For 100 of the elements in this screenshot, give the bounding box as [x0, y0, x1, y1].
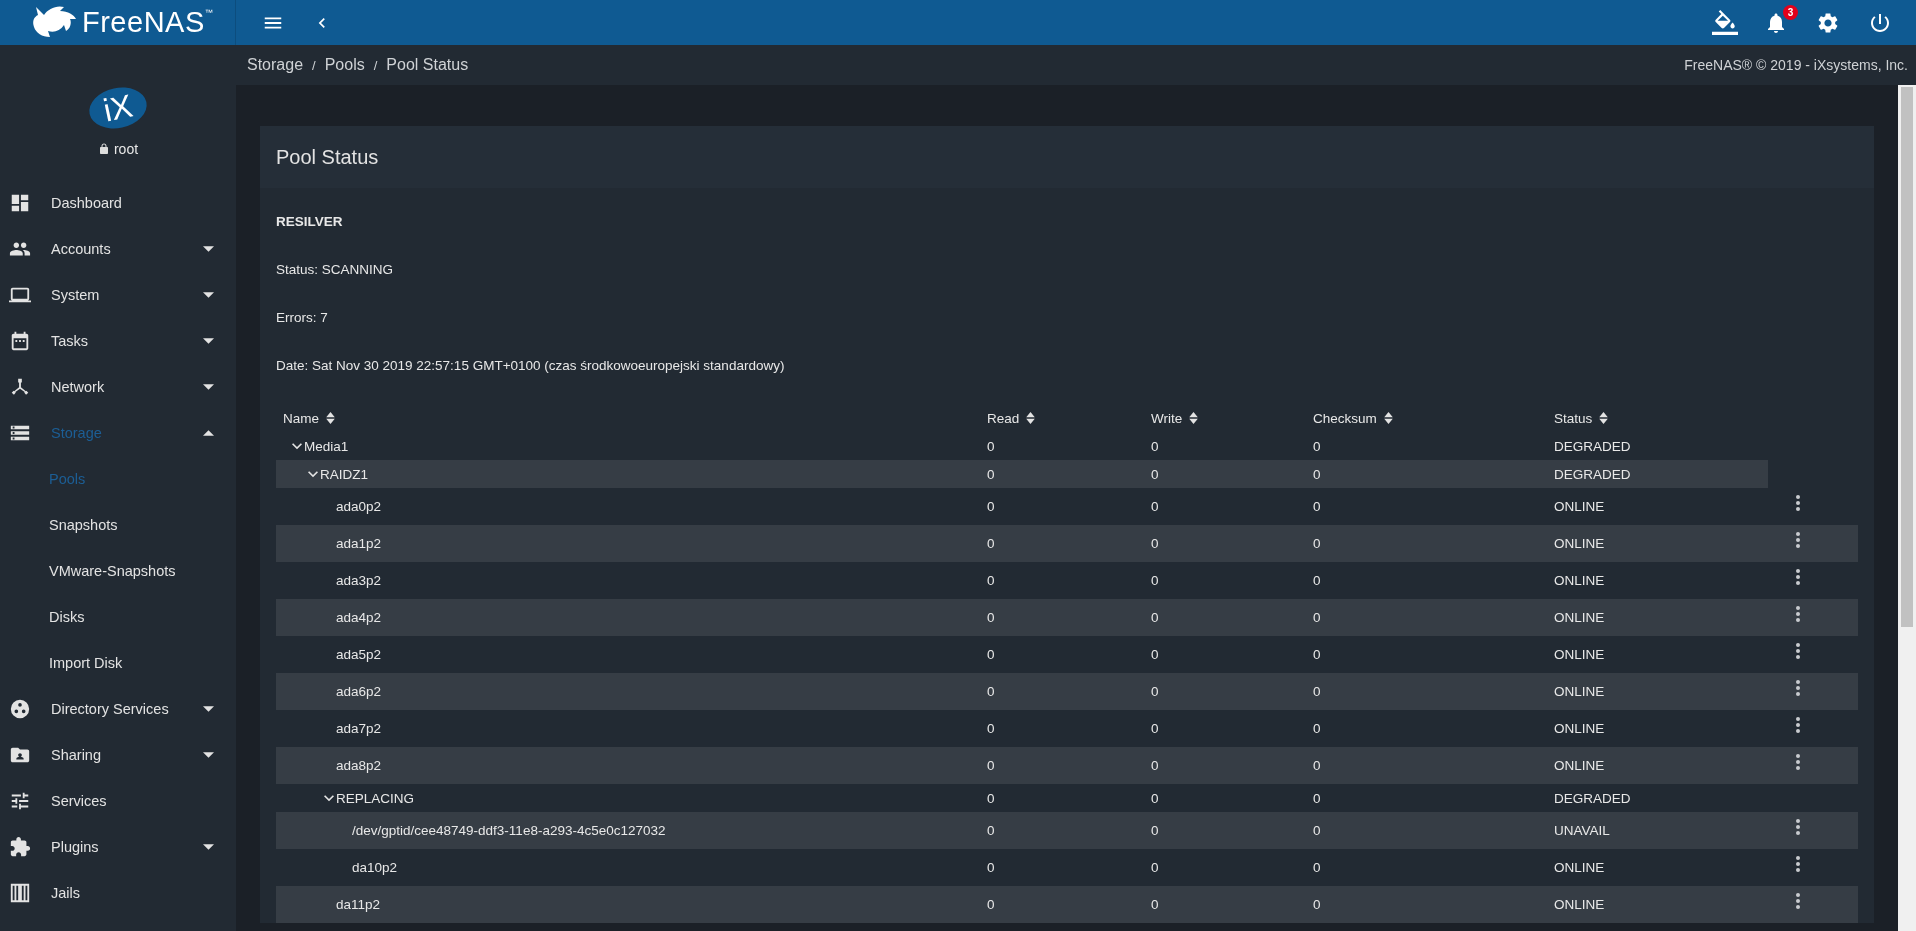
- caret-icon: [203, 706, 214, 712]
- breadcrumb-link[interactable]: Storage: [247, 56, 304, 74]
- checksum-errors: 0: [1313, 721, 1321, 736]
- info-line: Date: Sat Nov 30 2019 22:57:15 GMT+0100 (czas środkowoeuropejski standardowy): [276, 356, 786, 375]
- write-errors: 0: [1151, 721, 1159, 736]
- checksum-errors: 0: [1313, 647, 1321, 662]
- device-status: ONLINE: [1554, 647, 1605, 662]
- more-options-icon[interactable]: [1796, 753, 1800, 770]
- sliders-icon: [9, 790, 31, 812]
- nav-item[interactable]: Jails: [0, 870, 236, 916]
- more-options-icon[interactable]: [1796, 818, 1800, 835]
- read-errors: 0: [987, 536, 995, 551]
- circle-dots-icon: [9, 698, 31, 720]
- device-status: ONLINE: [1554, 499, 1605, 514]
- more-options-icon[interactable]: [1796, 679, 1800, 696]
- nav-subitem[interactable]: Import Disk: [0, 640, 236, 686]
- more-options-icon[interactable]: [1796, 642, 1800, 659]
- settings-icon[interactable]: [1816, 10, 1840, 35]
- column-header[interactable]: Write: [1151, 410, 1183, 426]
- scrollbar-thumb[interactable]: [1901, 87, 1913, 627]
- more-options-icon[interactable]: [1796, 568, 1800, 585]
- sort-icon[interactable]: [326, 412, 335, 424]
- read-errors: 0: [987, 823, 995, 838]
- checksum-errors: 0: [1313, 499, 1321, 514]
- nav-subitem[interactable]: Disks: [0, 594, 236, 640]
- device-status: ONLINE: [1554, 758, 1605, 773]
- caret-icon: [203, 292, 214, 298]
- device-name: ada3p2: [336, 573, 382, 588]
- more-options-icon[interactable]: [1796, 855, 1800, 872]
- nav-subitem[interactable]: VMware-Snapshots: [0, 548, 236, 594]
- read-errors: 0: [987, 499, 995, 514]
- checksum-errors: 0: [1313, 536, 1321, 551]
- device-status: ONLINE: [1554, 536, 1605, 551]
- more-options-icon[interactable]: [1796, 494, 1800, 511]
- checksum-errors: 0: [1313, 610, 1321, 625]
- column-header[interactable]: Checksum: [1313, 410, 1377, 426]
- read-errors: 0: [987, 684, 995, 699]
- device-status: DEGRADED: [1554, 466, 1631, 482]
- nav-item[interactable]: Services: [0, 778, 236, 824]
- nav-item[interactable]: Network: [0, 364, 236, 410]
- write-errors: 0: [1151, 860, 1159, 875]
- sort-icon[interactable]: [1026, 412, 1036, 424]
- device-name: Media1: [304, 438, 349, 454]
- info-line: Status: SCANNING: [276, 260, 395, 279]
- nav-item[interactable]: Directory Services: [0, 686, 236, 732]
- nav-item[interactable]: System: [0, 272, 236, 318]
- checksum-errors: 0: [1313, 823, 1321, 838]
- lock-icon: [97, 143, 110, 155]
- read-errors: 0: [987, 438, 995, 454]
- device-name: da10p2: [352, 860, 398, 875]
- breadcrumb-separator: /: [312, 57, 316, 73]
- nav-subitem[interactable]: Snapshots: [0, 502, 236, 548]
- breadcrumb-link[interactable]: Pool Status: [386, 56, 469, 74]
- scrollbar[interactable]: [1898, 85, 1916, 931]
- nav-item[interactable]: Sharing: [0, 732, 236, 778]
- caret-icon: [203, 430, 214, 436]
- device-name: ada1p2: [336, 536, 382, 551]
- device-name: RAIDZ1: [320, 466, 368, 482]
- paint-bucket-icon[interactable]: [1712, 9, 1738, 36]
- write-errors: 0: [1151, 438, 1159, 454]
- checksum-errors: 0: [1313, 758, 1321, 773]
- sort-icon[interactable]: [1189, 412, 1199, 424]
- nav-item[interactable]: Tasks: [0, 318, 236, 364]
- jail-bars-icon: [9, 882, 31, 904]
- dashboard-icon: [9, 192, 31, 214]
- nav-item[interactable]: Accounts: [0, 226, 236, 272]
- write-errors: 0: [1151, 573, 1159, 588]
- nav-item[interactable]: Plugins: [0, 824, 236, 870]
- device-name: ada0p2: [336, 499, 382, 514]
- breadcrumb-link[interactable]: Pools: [324, 56, 365, 74]
- device-name: REPLACING: [336, 790, 415, 806]
- section-heading: RESILVER: [276, 212, 344, 231]
- read-errors: 0: [987, 790, 995, 806]
- more-options-icon[interactable]: [1796, 892, 1800, 909]
- column-header[interactable]: Read: [987, 410, 1020, 426]
- nav-item[interactable]: Dashboard: [0, 180, 236, 226]
- write-errors: 0: [1151, 758, 1159, 773]
- sort-icon[interactable]: [1383, 412, 1393, 424]
- checksum-errors: 0: [1313, 438, 1321, 454]
- username: root: [113, 141, 139, 157]
- column-header[interactable]: Status: [1554, 410, 1593, 426]
- more-options-icon[interactable]: [1796, 605, 1800, 622]
- checksum-errors: 0: [1313, 860, 1321, 875]
- write-errors: 0: [1151, 823, 1159, 838]
- sort-icon[interactable]: [1599, 412, 1609, 424]
- caret-icon: [203, 246, 214, 252]
- device-status: UNAVAIL: [1554, 823, 1610, 838]
- caret-icon: [203, 384, 214, 390]
- more-options-icon[interactable]: [1796, 531, 1800, 548]
- calendar-icon: [9, 330, 31, 352]
- read-errors: 0: [987, 897, 995, 912]
- device-name: ada4p2: [336, 610, 382, 625]
- column-header[interactable]: Name: [283, 410, 319, 426]
- notification-count: 3: [1783, 4, 1798, 20]
- write-errors: 0: [1151, 536, 1159, 551]
- more-options-icon[interactable]: [1796, 716, 1800, 733]
- read-errors: 0: [987, 647, 995, 662]
- caret-icon: [203, 844, 214, 850]
- trademark-mark: ™: [204, 8, 213, 17]
- write-errors: 0: [1151, 499, 1159, 514]
